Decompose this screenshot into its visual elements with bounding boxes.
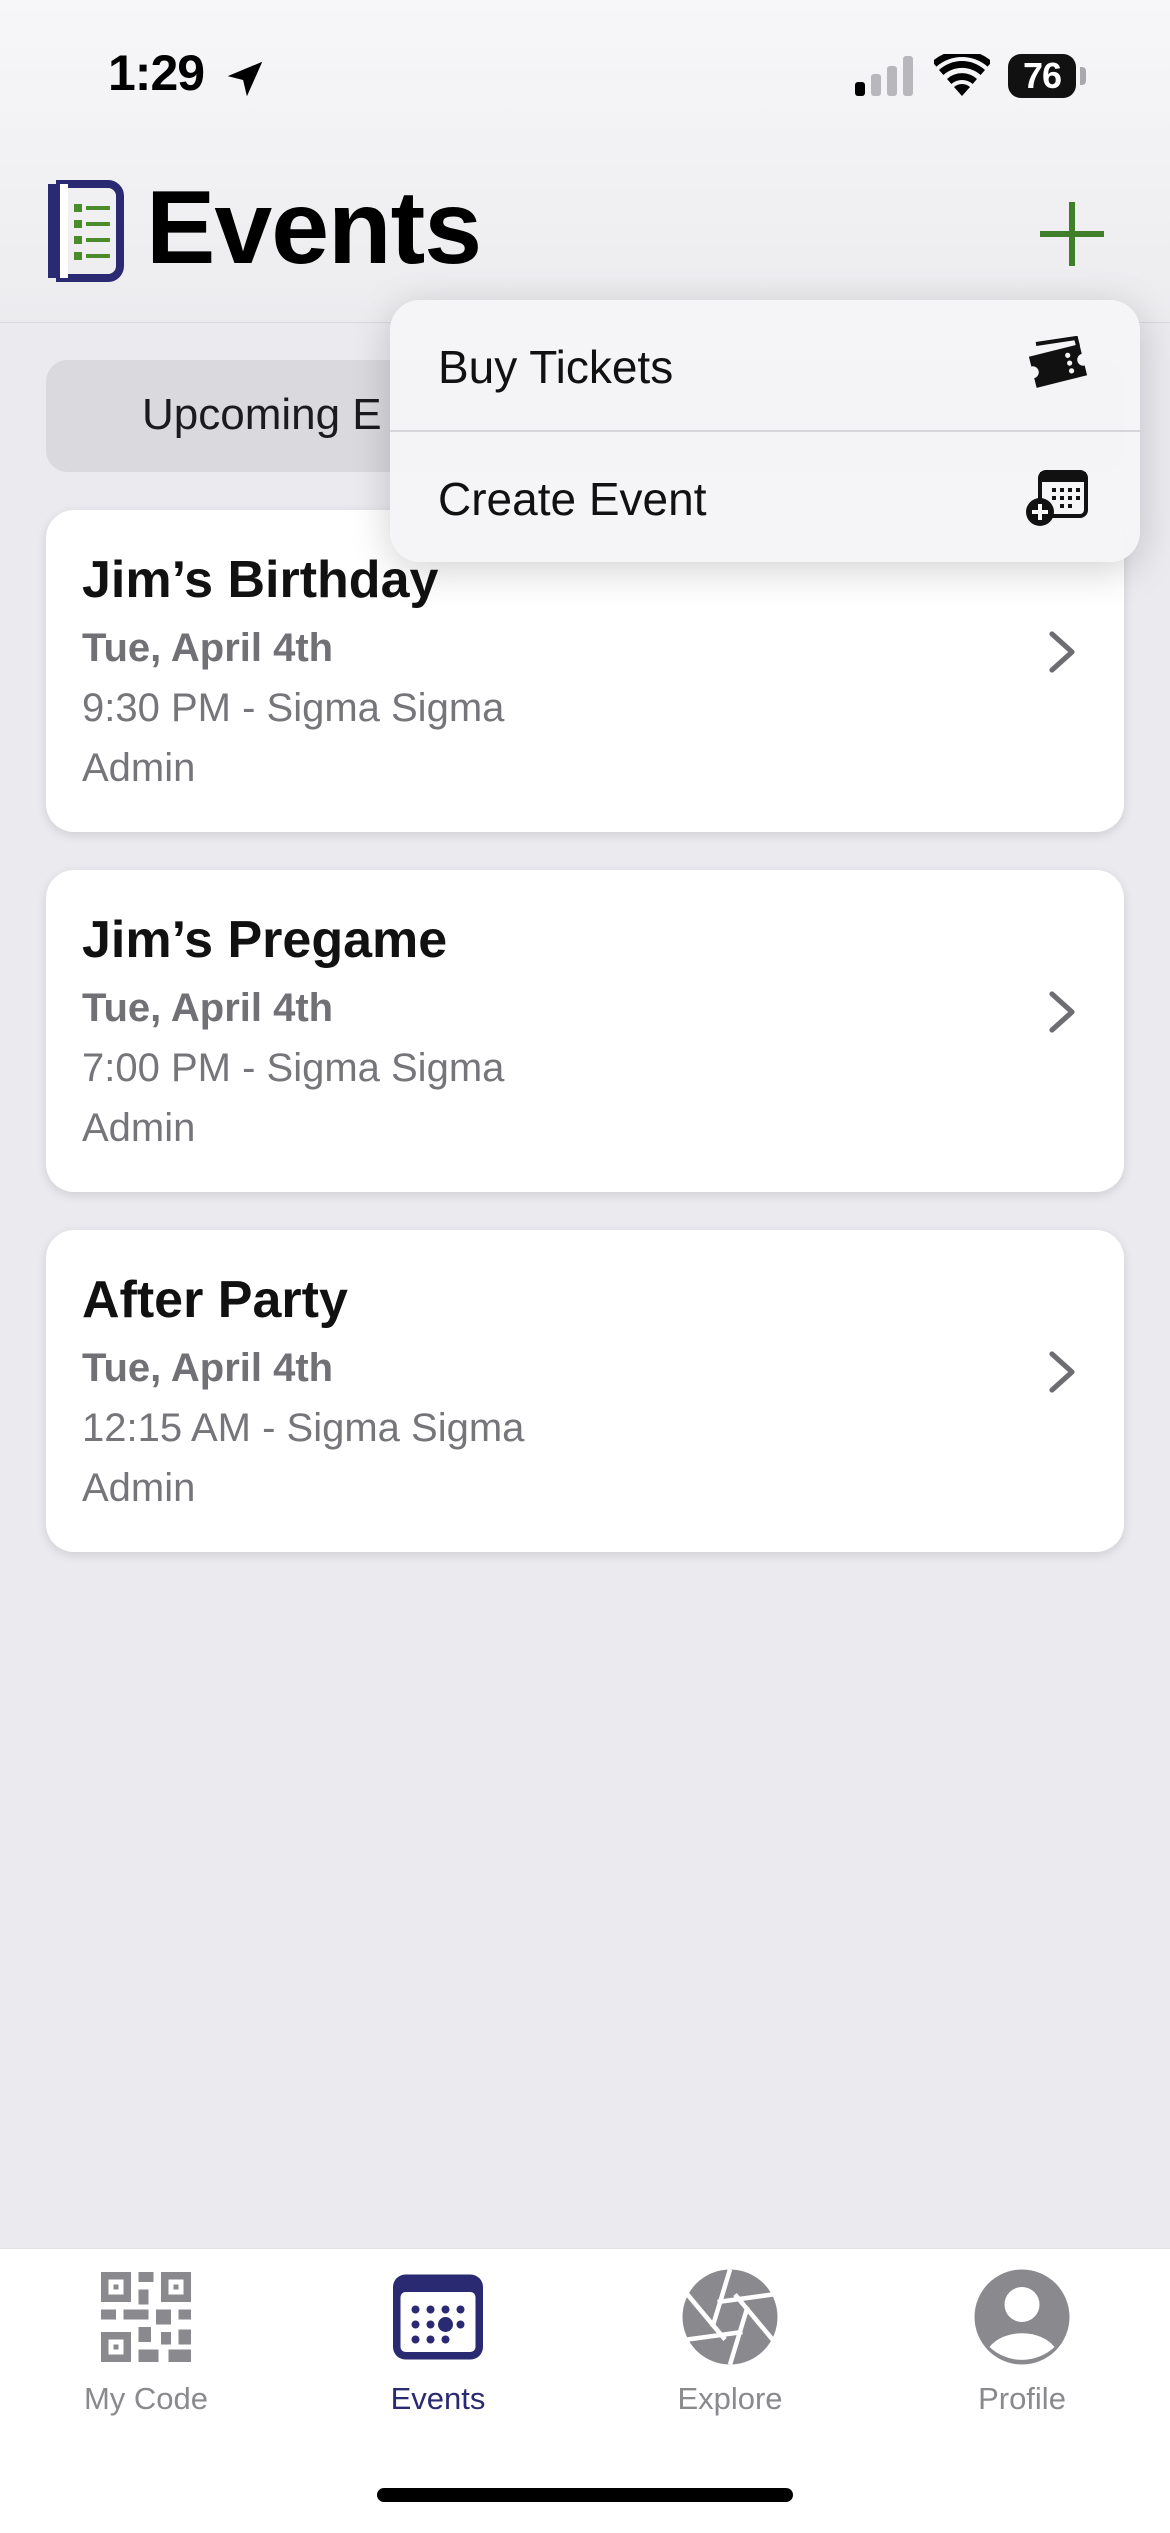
menu-item-label: Create Event bbox=[438, 473, 707, 525]
tab-events[interactable]: Events bbox=[292, 2249, 584, 2449]
calendar-add-icon bbox=[1026, 470, 1088, 526]
status-time: 1:29 bbox=[108, 45, 205, 101]
event-time-location: 9:30 PM - Sigma Sigma bbox=[82, 686, 505, 730]
tab-label: Profile bbox=[978, 2381, 1066, 2416]
event-card[interactable]: Jim’s Pregame Tue, April 4th 7:00 PM - S… bbox=[46, 870, 1124, 1192]
chevron-right-icon bbox=[1049, 1351, 1075, 1393]
segment-upcoming-label: Upcoming E bbox=[142, 390, 382, 439]
tab-label: My Code bbox=[83, 2381, 209, 2416]
calendar-icon bbox=[393, 2274, 483, 2360]
event-role: Admin bbox=[82, 1466, 196, 1510]
qr-code-icon bbox=[101, 2272, 191, 2362]
tab-label: Events bbox=[390, 2381, 486, 2416]
event-title: Jim’s Birthday bbox=[82, 551, 439, 609]
ticket-icon bbox=[1028, 336, 1088, 388]
event-role: Admin bbox=[82, 746, 196, 790]
event-date: Tue, April 4th bbox=[82, 1346, 334, 1390]
menu-item-create-event[interactable]: Create Event bbox=[390, 432, 1140, 562]
event-date: Tue, April 4th bbox=[82, 626, 334, 670]
battery-indicator: 76 bbox=[1008, 54, 1076, 98]
top-bar: 1:29 76 Events bbox=[0, 0, 1170, 323]
tab-my-code[interactable]: My Code bbox=[0, 2249, 292, 2449]
event-card[interactable]: After Party Tue, April 4th 12:15 AM - Si… bbox=[46, 1230, 1124, 1552]
menu-item-buy-tickets[interactable]: Buy Tickets bbox=[390, 300, 1140, 430]
home-indicator[interactable] bbox=[377, 2488, 793, 2502]
tab-explore[interactable]: Explore bbox=[584, 2249, 876, 2449]
location-arrow-icon bbox=[227, 61, 263, 97]
battery-cap bbox=[1080, 67, 1086, 85]
event-role: Admin bbox=[82, 1106, 196, 1150]
page-title: Events bbox=[146, 170, 482, 286]
cellular-signal-icon bbox=[855, 56, 913, 96]
event-time-location: 12:15 AM - Sigma Sigma bbox=[82, 1406, 525, 1450]
add-plus-button[interactable] bbox=[1036, 198, 1108, 270]
aperture-icon bbox=[682, 2268, 778, 2366]
wifi-icon bbox=[934, 54, 990, 96]
app-logo-icon bbox=[48, 180, 124, 282]
event-time-location: 7:00 PM - Sigma Sigma bbox=[82, 1046, 505, 1090]
chevron-right-icon bbox=[1049, 991, 1075, 1033]
add-menu-popover: Buy Tickets Create Event bbox=[390, 300, 1140, 562]
event-title: Jim’s Pregame bbox=[82, 911, 448, 969]
profile-icon bbox=[974, 2269, 1070, 2365]
tab-profile[interactable]: Profile bbox=[876, 2249, 1168, 2449]
event-date: Tue, April 4th bbox=[82, 986, 334, 1030]
chevron-right-icon bbox=[1049, 631, 1075, 673]
menu-item-label: Buy Tickets bbox=[438, 341, 674, 393]
tab-label: Explore bbox=[677, 2381, 783, 2416]
event-title: After Party bbox=[82, 1271, 348, 1329]
